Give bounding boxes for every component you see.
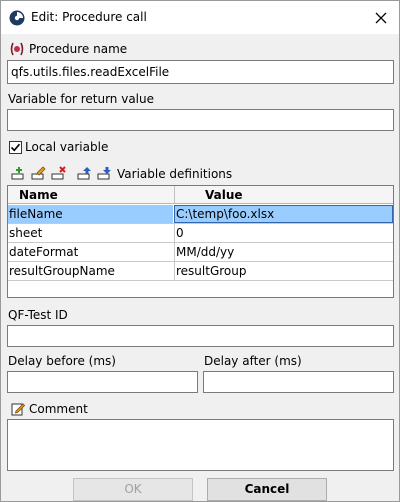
local-variable-label: Local variable [25,140,109,154]
variable-definitions-table: Name Value fileName C:\temp\foo.xlsx she… [7,185,394,298]
table-row[interactable]: dateFormat MM/dd/yy [8,243,393,262]
delete-row-icon[interactable] [51,166,67,180]
table-row[interactable]: sheet 0 [8,224,393,243]
qftest-id-input[interactable] [7,325,394,347]
row-name-cell[interactable]: fileName [8,205,173,223]
move-up-icon[interactable] [77,166,93,180]
window-title: Edit: Procedure call [31,10,147,24]
row-name-cell[interactable]: sheet [8,224,173,242]
close-icon [375,12,387,23]
app-logo-icon [9,10,25,26]
column-header-value[interactable]: Value [174,186,393,204]
add-row-icon[interactable] [11,166,27,180]
delay-after-input[interactable] [203,371,394,393]
variable-definitions-label: Variable definitions [117,167,233,181]
local-variable-checkbox[interactable] [9,141,22,154]
column-header-name[interactable]: Name [8,186,174,204]
table-row[interactable]: fileName C:\temp\foo.xlsx [8,205,393,224]
return-variable-label: Variable for return value [8,92,154,106]
procedure-icon [9,41,25,57]
procedure-name-label: Procedure name [29,42,128,56]
table-row[interactable]: resultGroupName resultGroup [8,262,393,281]
delay-before-label: Delay before (ms) [8,354,116,368]
table-header: Name Value [8,186,393,204]
close-button[interactable] [363,1,399,34]
delay-before-input[interactable] [7,371,198,393]
delay-after-label: Delay after (ms) [204,354,302,368]
row-value-cell[interactable]: resultGroup [174,262,393,280]
row-value-cell[interactable]: C:\temp\foo.xlsx [174,205,393,223]
cancel-button[interactable]: Cancel [207,478,327,501]
row-name-cell[interactable]: dateFormat [8,243,173,261]
move-down-icon[interactable] [97,166,113,180]
row-name-cell[interactable]: resultGroupName [8,262,173,280]
comment-label: Comment [29,402,88,416]
comment-textarea[interactable] [7,419,394,471]
row-value-cell[interactable]: MM/dd/yy [174,243,393,261]
procedure-name-input[interactable]: qfs.utils.files.readExcelFile [7,60,394,84]
comment-icon [11,402,26,416]
checkmark-icon [10,143,21,152]
ok-button[interactable]: OK [73,478,193,501]
return-variable-input[interactable] [7,109,394,131]
qftest-id-label: QF-Test ID [8,308,68,322]
dialog-window: Edit: Procedure call Procedure name qfs.… [0,0,400,502]
edit-row-icon[interactable] [31,166,47,180]
row-value-cell[interactable]: 0 [174,224,393,242]
title-bar: Edit: Procedure call [1,1,399,34]
